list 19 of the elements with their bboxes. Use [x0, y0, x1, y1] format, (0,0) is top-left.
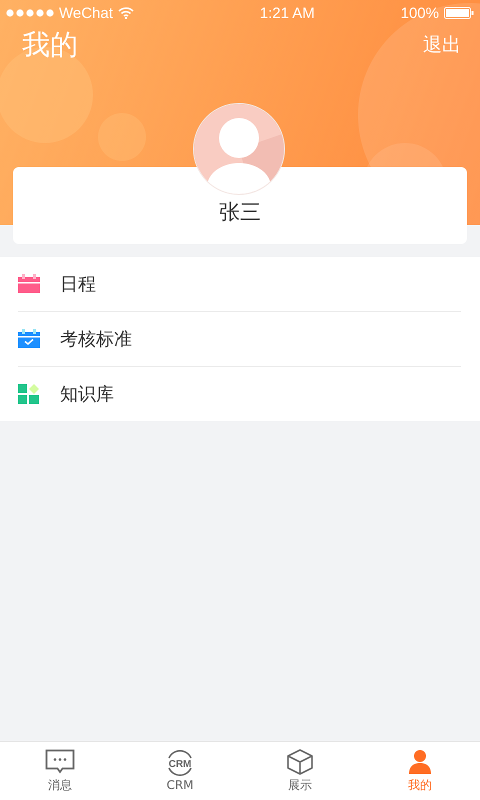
chat-icon	[45, 748, 75, 774]
tab[interactable]: 展示	[240, 742, 360, 800]
time-text: 1:21 AM	[260, 4, 315, 22]
signal-icon	[6, 9, 54, 17]
user-name: 张三	[219, 199, 261, 226]
wifi-icon	[118, 7, 134, 19]
tab[interactable]: 消息	[0, 742, 120, 800]
calendar-icon	[18, 274, 40, 294]
battery-icon	[444, 7, 474, 19]
tab[interactable]: CRM CRM	[120, 742, 240, 800]
calendar-check-icon	[18, 329, 40, 349]
menu-item[interactable]: 考核标准	[18, 312, 461, 367]
page-title: 我的	[22, 27, 78, 63]
menu-item[interactable]: 知识库	[18, 367, 461, 421]
carrier-text: WeChat	[59, 4, 113, 22]
battery-text: 100%	[400, 4, 439, 22]
grid-icon	[18, 384, 40, 404]
menu-item[interactable]: 日程	[18, 257, 461, 312]
cube-icon	[285, 748, 315, 774]
